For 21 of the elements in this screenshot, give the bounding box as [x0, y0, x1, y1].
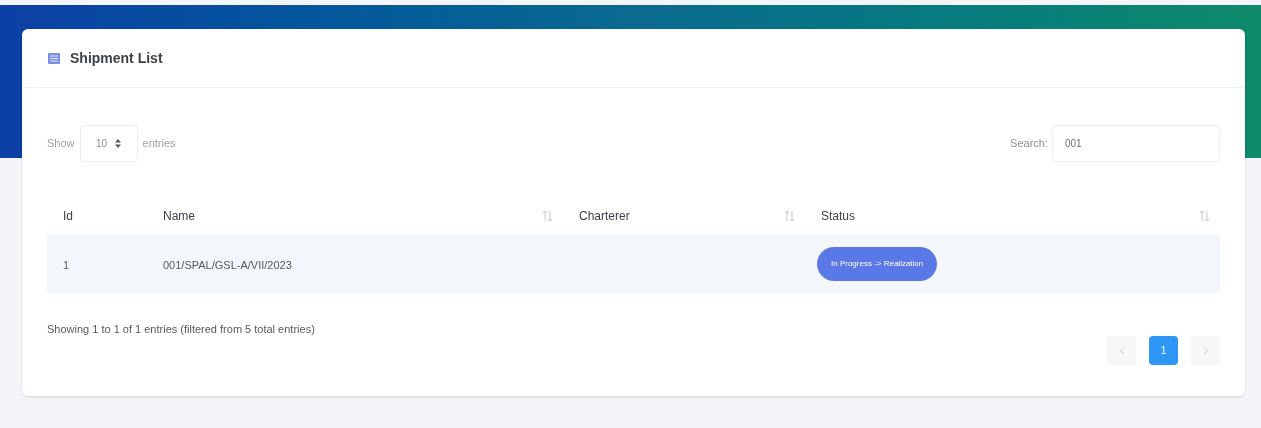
list-icon — [48, 52, 60, 64]
previous-page-button[interactable] — [1107, 336, 1136, 365]
column-header[interactable]: Id — [47, 206, 147, 225]
search-label: Search: — [1010, 136, 1048, 152]
updown-caret-icon — [115, 139, 122, 148]
table-info: Showing 1 to 1 of 1 entries (filtered from 5 total entries) — [47, 322, 315, 337]
table-cell: 001/SPAL/GSL-A/VII/2023 — [163, 258, 292, 271]
card-title: Shipment List — [70, 48, 163, 68]
status-badge: In Progress -> Realization — [817, 246, 938, 281]
next-page-button[interactable] — [1191, 336, 1220, 365]
show-label: Show — [47, 136, 75, 152]
entries-label: entries — [142, 136, 176, 152]
table-cell: 1 — [63, 258, 70, 271]
sort-icon — [784, 209, 795, 222]
column-header[interactable]: Status — [805, 206, 1220, 225]
sort-icon — [542, 209, 553, 222]
sort-icon — [1199, 209, 1210, 222]
entries-select[interactable]: 10 — [79, 125, 138, 162]
column-header[interactable]: Charterer — [563, 206, 805, 225]
column-header[interactable]: Name — [147, 206, 563, 225]
search-field[interactable]: 001 — [1052, 125, 1220, 162]
